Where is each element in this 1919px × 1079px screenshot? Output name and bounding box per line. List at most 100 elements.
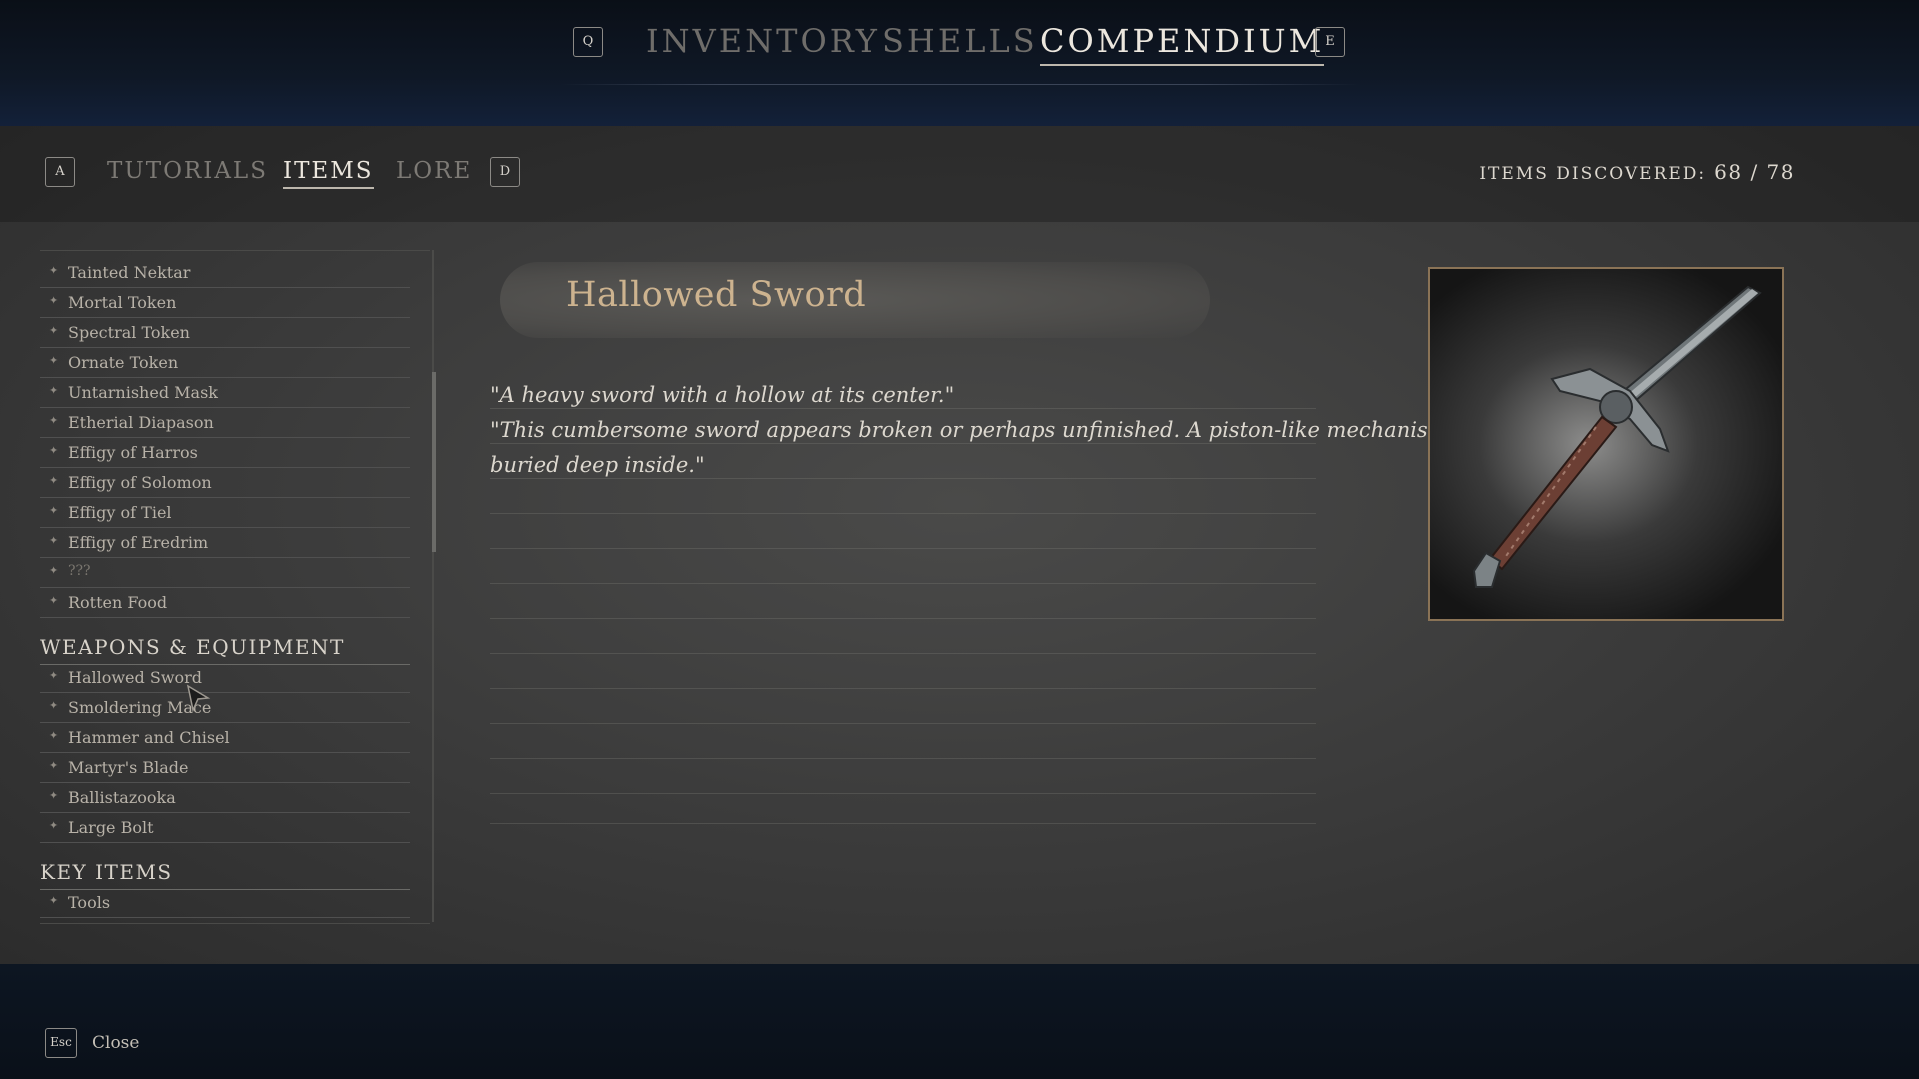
list-item[interactable]: ✦ Effigy of Solomon <box>40 468 410 498</box>
list-item-label: ??? <box>68 563 91 579</box>
top-divider <box>560 84 1360 85</box>
ruled-line <box>490 618 1316 619</box>
bullet-icon: ✦ <box>49 444 59 457</box>
list-item-label: Effigy of Solomon <box>68 473 212 492</box>
list-scrollbar-thumb[interactable] <box>432 372 436 552</box>
item-list[interactable]: ✦ Tainted Nektar ✦ Mortal Token ✦ Spectral … <box>40 250 430 924</box>
tab-shells[interactable]: SHELLS <box>882 22 1038 60</box>
list-item[interactable]: ✦ Ornate Token <box>40 348 410 378</box>
ruled-line <box>490 513 1316 514</box>
items-discovered-value: 68 / 78 <box>1714 160 1795 184</box>
list-item-label: Ballistazooka <box>68 788 176 807</box>
list-item-label: Untarnished Mask <box>68 383 218 402</box>
list-item[interactable]: ✦ Untarnished Mask <box>40 378 410 408</box>
bullet-icon: ✦ <box>49 669 59 682</box>
bullet-icon: ✦ <box>49 384 59 397</box>
top-bar: Q INVENTORY SHELLS COMPENDIUM E <box>0 0 1919 128</box>
ruled-line <box>490 478 1316 479</box>
ruled-line <box>490 723 1316 724</box>
bullet-icon: ✦ <box>49 759 59 772</box>
sub-nav: A TUTORIALS ITEMS LORE D ITEMS DISCOVERE… <box>0 126 1919 222</box>
e-key-hint[interactable]: E <box>1315 27 1345 57</box>
tab-items[interactable]: ITEMS <box>283 158 374 189</box>
ruled-line <box>490 548 1316 549</box>
tab-inventory[interactable]: INVENTORY <box>646 22 880 60</box>
list-item[interactable]: ✦ Etherial Diapason <box>40 408 410 438</box>
bullet-icon: ✦ <box>49 594 59 607</box>
list-item-label: Etherial Diapason <box>68 413 214 432</box>
ruled-line <box>490 758 1316 759</box>
list-item-label: Hammer and Chisel <box>68 728 230 747</box>
items-discovered-counter: ITEMS DISCOVERED: 68 / 78 <box>1479 160 1795 184</box>
d-key-hint[interactable]: D <box>490 157 520 187</box>
list-item-label: Effigy of Eredrim <box>68 533 209 552</box>
item-title: Hallowed Sword <box>566 275 867 315</box>
list-item[interactable]: ✦ Rotten Food <box>40 588 410 618</box>
tab-lore[interactable]: LORE <box>396 158 472 184</box>
item-description-line: buried deep inside." <box>490 453 705 477</box>
bullet-icon: ✦ <box>49 789 59 802</box>
ruled-line <box>490 408 1316 409</box>
list-item[interactable]: ✦ Tools <box>40 888 410 918</box>
top-nav: Q INVENTORY SHELLS COMPENDIUM E <box>0 22 1919 72</box>
list-item-label: Effigy of Tiel <box>68 503 172 522</box>
list-item-label: Spectral Token <box>68 323 190 342</box>
esc-key-hint[interactable]: Esc <box>45 1028 77 1058</box>
sword-icon <box>1472 285 1762 588</box>
list-item-label: Mortal Token <box>68 293 177 312</box>
item-description-line: "This cumbersome sword appears broken or… <box>490 418 1472 442</box>
list-item-label: Tainted Nektar <box>68 263 191 282</box>
list-item[interactable]: ✦ Effigy of Eredrim <box>40 528 410 558</box>
list-item[interactable]: ✦ Smoldering Mace <box>40 693 410 723</box>
list-scrollbar-track[interactable] <box>432 250 434 922</box>
bullet-icon: ✦ <box>49 474 59 487</box>
items-discovered-label: ITEMS DISCOVERED: <box>1479 164 1707 184</box>
list-item[interactable]: ✦ Mortal Token <box>40 288 410 318</box>
ruled-line <box>490 443 1316 444</box>
ruled-line <box>490 653 1316 654</box>
ruled-line <box>490 823 1316 824</box>
tab-compendium[interactable]: COMPENDIUM <box>1040 22 1325 66</box>
bullet-icon: ✦ <box>49 294 59 307</box>
list-item[interactable]: ✦ Effigy of Tiel <box>40 498 410 528</box>
tab-tutorials[interactable]: TUTORIALS <box>107 158 268 184</box>
bullet-icon: ✦ <box>49 414 59 427</box>
section-heading-key-items: KEY ITEMS <box>40 860 410 890</box>
a-key-hint[interactable]: A <box>45 157 75 187</box>
bullet-icon: ✦ <box>49 324 59 337</box>
list-item[interactable]: ✦ Tainted Nektar <box>40 258 410 288</box>
item-image-frame <box>1428 267 1784 621</box>
bullet-icon: ✦ <box>49 264 59 277</box>
list-item[interactable]: ✦ Effigy of Harros <box>40 438 410 468</box>
list-item-label: Rotten Food <box>68 593 168 612</box>
list-item[interactable]: ✦ Ballistazooka <box>40 783 410 813</box>
list-item[interactable]: ✦ Hammer and Chisel <box>40 723 410 753</box>
bottom-bar <box>0 964 1919 1079</box>
ruled-line <box>490 688 1316 689</box>
list-item-unknown[interactable]: ✦??? <box>40 558 410 588</box>
list-item-label: Effigy of Harros <box>68 443 198 462</box>
bullet-icon: ✦ <box>49 819 59 832</box>
list-item-label: Ornate Token <box>68 353 179 372</box>
section-heading-weapons: WEAPONS & EQUIPMENT <box>40 635 410 665</box>
bullet-icon: ✦ <box>49 729 59 742</box>
bullet-icon: ✦ <box>49 504 59 517</box>
ruled-line <box>490 793 1316 794</box>
bullet-icon: ✦ <box>49 564 59 577</box>
close-button[interactable]: Close <box>92 1033 139 1053</box>
list-item[interactable]: ✦ Martyr's Blade <box>40 753 410 783</box>
list-item[interactable]: ✦ Large Bolt <box>40 813 410 843</box>
ruled-line <box>490 583 1316 584</box>
list-item[interactable]: ✦ Spectral Token <box>40 318 410 348</box>
list-item-label: Martyr's Blade <box>68 758 189 777</box>
list-item-selected[interactable]: ✦ Hallowed Sword <box>40 663 410 693</box>
mouse-cursor-icon <box>186 684 211 713</box>
q-key-hint[interactable]: Q <box>573 27 603 57</box>
bullet-icon: ✦ <box>49 534 59 547</box>
list-item-label: Hallowed Sword <box>68 668 203 687</box>
item-description-line: "A heavy sword with a hollow at its cent… <box>490 383 955 407</box>
list-item-label: Tools <box>68 893 111 912</box>
bullet-icon: ✦ <box>49 354 59 367</box>
bullet-icon: ✦ <box>49 894 59 907</box>
bullet-icon: ✦ <box>49 699 59 712</box>
